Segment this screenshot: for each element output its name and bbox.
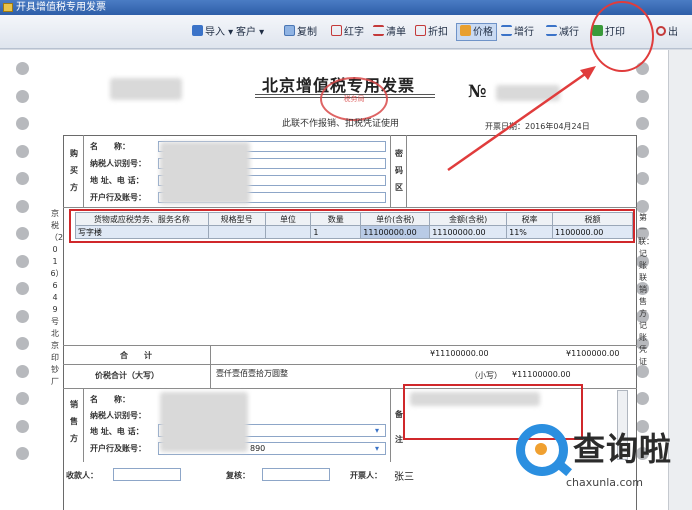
watermark-cn: 查询啦 (573, 430, 673, 468)
watermark-en: chaxunla.com (566, 476, 643, 489)
watermark-logo-icon (516, 424, 573, 477)
watermark: 查询啦 chaxunla.com (516, 422, 676, 494)
